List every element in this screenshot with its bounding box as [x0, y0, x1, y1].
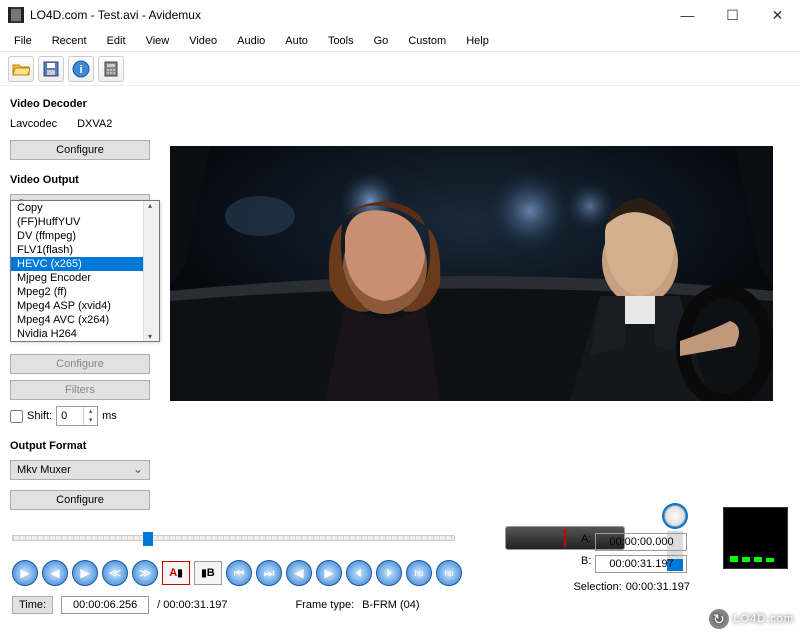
goto-end-button[interactable]: ⏭ [256, 560, 282, 586]
video-decoder-title: Video Decoder [10, 98, 160, 110]
next-keyframe-button[interactable]: ▶ [316, 560, 342, 586]
option-dv[interactable]: DV (ffmpeg) [11, 229, 159, 243]
svg-text:i: i [79, 64, 82, 76]
calc-icon [103, 61, 119, 77]
prev-button[interactable]: ◀ [42, 560, 68, 586]
prev-black-button[interactable]: ⏴ [346, 560, 372, 586]
option-mpeg4asp[interactable]: Mpeg4 ASP (xvid4) [11, 299, 159, 313]
frametype-value: B-FRM (04) [362, 599, 419, 611]
output-format-title: Output Format [10, 440, 160, 452]
next-black-button[interactable]: ⏵ [376, 560, 402, 586]
minimize-button[interactable]: — [665, 0, 710, 30]
output-format-configure-button[interactable]: Configure [10, 490, 150, 510]
decoder-dxva2-label: DXVA2 [77, 118, 112, 130]
menu-file[interactable]: File [4, 33, 42, 49]
next-button[interactable]: ▶ [72, 560, 98, 586]
option-huffyuv[interactable]: (FF)HuffYUV [11, 215, 159, 229]
option-flv1[interactable]: FLV1(flash) [11, 243, 159, 257]
rewind-button[interactable]: ≪ [102, 560, 128, 586]
prev-keyframe-button[interactable]: ◀ [286, 560, 312, 586]
shift-unit: ms [102, 410, 117, 422]
option-copy[interactable]: Copy [11, 201, 159, 215]
selection-label: Selection: [573, 581, 621, 593]
shift-label: Shift: [27, 410, 52, 422]
goto-start-button[interactable]: ⏮ [226, 560, 252, 586]
output-format-combo[interactable]: Mkv Muxer [10, 460, 150, 480]
menu-custom[interactable]: Custom [398, 33, 456, 49]
option-hevc[interactable]: HEVC (x265) [11, 257, 159, 271]
close-button[interactable]: ✕ [755, 0, 800, 30]
save-button[interactable] [38, 56, 64, 82]
window-title: LO4D.com - Test.avi - Avidemux [30, 8, 665, 22]
title-bar: LO4D.com - Test.avi - Avidemux — ☐ ✕ [0, 0, 800, 30]
menu-bar: File Recent Edit View Video Audio Auto T… [0, 30, 800, 52]
play-button[interactable]: ▶ [12, 560, 38, 586]
set-marker-b-button[interactable]: ▮B [194, 561, 222, 585]
video-output-dropdown[interactable]: Copy (FF)HuffYUV DV (ffmpeg) FLV1(flash)… [10, 200, 160, 342]
set-marker-a-button[interactable]: A▮ [162, 561, 190, 585]
preview-image [170, 146, 773, 401]
save-icon [43, 61, 59, 77]
next-cut-button[interactable]: hp [436, 560, 462, 586]
option-mpeg2[interactable]: Mpeg2 (ff) [11, 285, 159, 299]
watermark-icon: ↻ [709, 609, 729, 629]
forward-button[interactable]: ≫ [132, 560, 158, 586]
decoder-lavcodec-label: Lavcodec [10, 118, 57, 130]
menu-video[interactable]: Video [179, 33, 227, 49]
vu-meter [723, 507, 788, 569]
marker-a-label: A: [573, 533, 591, 551]
option-mpeg4avc[interactable]: Mpeg4 AVC (x264) [11, 313, 159, 327]
menu-audio[interactable]: Audio [227, 33, 275, 49]
video-output-title: Video Output [10, 174, 160, 186]
shift-spinner[interactable]: 0 ▴▾ [56, 406, 98, 426]
menu-help[interactable]: Help [456, 33, 499, 49]
timeline-playhead[interactable] [143, 532, 153, 546]
menu-view[interactable]: View [136, 33, 180, 49]
info-icon: i [72, 60, 90, 78]
toolbar: i [0, 52, 800, 86]
marker-b-value: 00:00:31.197 [595, 555, 687, 573]
menu-recent[interactable]: Recent [42, 33, 97, 49]
duration-label: / 00:00:31.197 [157, 599, 227, 611]
option-nvidia[interactable]: Nvidia H264 [11, 327, 159, 341]
selection-value: 00:00:31.197 [626, 581, 690, 593]
calculator-button[interactable] [98, 56, 124, 82]
video-output-configure-button[interactable]: Configure [10, 354, 150, 374]
menu-edit[interactable]: Edit [97, 33, 136, 49]
dropdown-scrollbar[interactable] [143, 201, 159, 341]
open-button[interactable] [8, 56, 34, 82]
maximize-button[interactable]: ☐ [710, 0, 755, 30]
app-icon [8, 7, 24, 23]
selection-info: A:00:00:00.000 B:00:00:31.197 Selection:… [573, 533, 690, 597]
video-area [170, 86, 800, 516]
watermark: ↻ LO4D.com [709, 609, 794, 629]
marker-a-value: 00:00:00.000 [595, 533, 687, 551]
menu-go[interactable]: Go [364, 33, 399, 49]
video-preview [170, 146, 773, 401]
open-icon [12, 62, 30, 76]
volume-knob[interactable] [664, 505, 686, 527]
time-label: Time: [12, 596, 53, 614]
decoder-configure-button[interactable]: Configure [10, 140, 150, 160]
time-value[interactable]: 00:00:06.256 [61, 596, 149, 614]
frametype-label: Frame type: [295, 599, 354, 611]
timeline-track[interactable] [12, 535, 455, 541]
video-output-filters-button[interactable]: Filters [10, 380, 150, 400]
option-mjpeg[interactable]: Mjpeg Encoder [11, 271, 159, 285]
info-button[interactable]: i [68, 56, 94, 82]
prev-cut-button[interactable]: hp [406, 560, 432, 586]
marker-b-label: B: [573, 555, 591, 573]
menu-tools[interactable]: Tools [318, 33, 364, 49]
menu-auto[interactable]: Auto [275, 33, 318, 49]
shift-checkbox[interactable] [10, 410, 23, 423]
